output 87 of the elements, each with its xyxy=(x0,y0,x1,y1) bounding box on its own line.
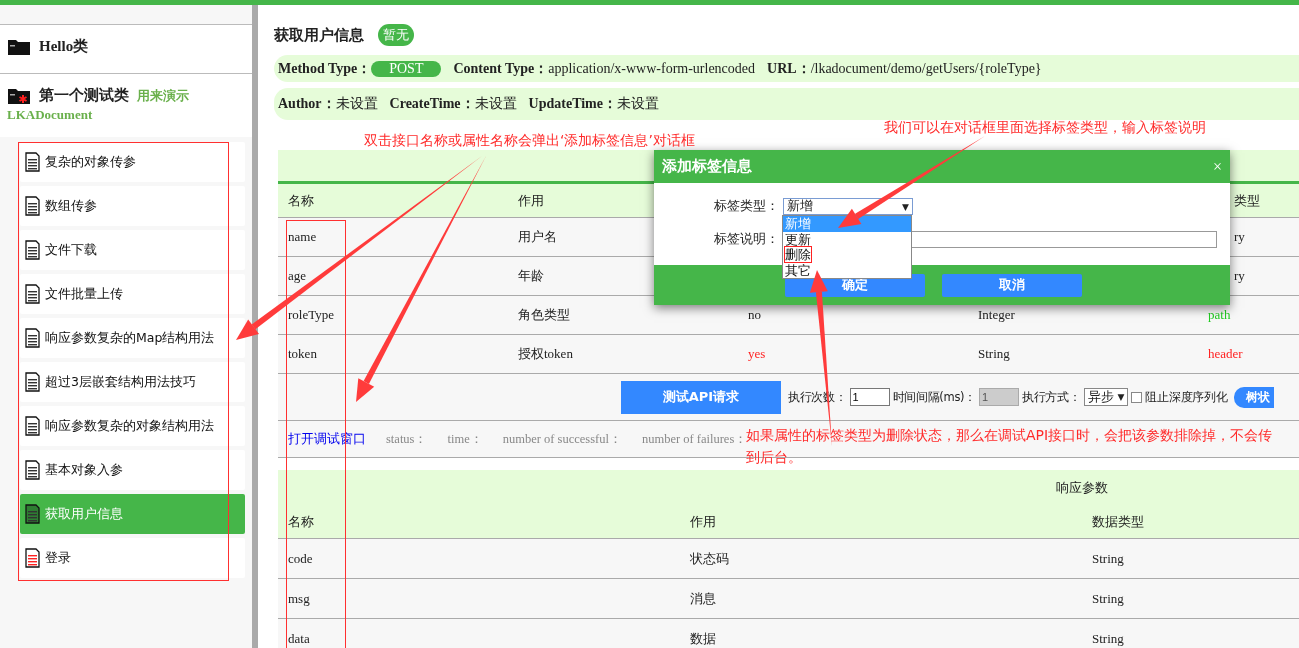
info-value: 未设置 xyxy=(617,95,659,113)
stat-label: number of successful： xyxy=(502,430,622,448)
method-badge: POST xyxy=(371,60,442,77)
info-value: /lkadocument/demo/getUsers/{roleType} xyxy=(810,60,1042,77)
class-note: LKADocument xyxy=(7,107,93,123)
method-item[interactable]: 文件批量上传 xyxy=(20,274,245,314)
table-cell: String xyxy=(1092,550,1124,567)
method-item[interactable]: 复杂的对象传参 xyxy=(20,142,245,182)
method-item[interactable]: 响应参数复杂的对象结构用法 xyxy=(20,406,245,446)
method-item[interactable]: 登录 xyxy=(20,538,245,578)
table-cell: msg xyxy=(288,590,310,607)
info-label: Author： xyxy=(278,95,336,113)
info-value: 未设置 xyxy=(335,95,378,113)
annotation-note: 双击接口名称或属性名称会弹出‘添加标签信息’对话框 xyxy=(364,131,695,150)
table-cell: roleType xyxy=(288,307,334,323)
class-name[interactable]: Hello类 xyxy=(39,38,89,54)
document-icon xyxy=(25,460,40,480)
table-cell: 用户名 xyxy=(518,228,557,246)
table-cell: age xyxy=(288,268,307,284)
table-cell: ry xyxy=(1234,268,1245,284)
info-value: 未设置 xyxy=(474,95,517,113)
table-cell: data xyxy=(288,630,310,647)
table-cell: 数据 xyxy=(690,629,716,648)
info-label: UpdateTime： xyxy=(528,95,617,113)
mode-select[interactable]: 异步 ▼ xyxy=(1083,388,1129,406)
table-cell: String xyxy=(1092,590,1124,607)
table-cell: 状态码 xyxy=(690,549,729,568)
document-icon xyxy=(25,284,40,304)
checkbox-label: 阻止深度序列化 xyxy=(1145,389,1228,405)
document-icon xyxy=(25,152,40,172)
field-label: 执行方式： xyxy=(1022,389,1081,405)
page-title: 获取用户信息 xyxy=(274,25,364,45)
column-header: 数据类型 xyxy=(1092,512,1144,531)
document-icon xyxy=(25,504,40,524)
table-cell: Integer xyxy=(978,307,1015,323)
field-label: 时间间隔(ms)： xyxy=(892,389,976,405)
table-cell: ry xyxy=(1234,229,1245,245)
class-name[interactable]: 第一个测试类 xyxy=(39,87,129,103)
info-label: URL： xyxy=(767,59,811,78)
info-label: Content Type： xyxy=(453,59,549,78)
column-header: 作用 xyxy=(690,512,716,531)
annotation-note: 我们可以在对话框里面选择标签类型，输入标签说明 xyxy=(884,118,1206,137)
flagged-folder-icon xyxy=(7,86,31,105)
info-label: Method Type： xyxy=(278,59,372,78)
class-note: 用来演示 xyxy=(137,87,189,103)
table-cell: path xyxy=(1208,307,1231,323)
table-title: 响应参数 xyxy=(1056,478,1108,497)
stat-label: time： xyxy=(447,430,483,448)
table-cell: 授权token xyxy=(518,345,573,363)
table-cell: code xyxy=(288,550,313,567)
document-icon xyxy=(25,196,40,216)
table-cell: 角色类型 xyxy=(518,306,570,324)
method-item[interactable]: 响应参数复杂的Map结构用法 xyxy=(20,318,245,358)
field-label: 标签说明： xyxy=(714,231,779,248)
column-header: 名称 xyxy=(288,512,314,531)
table-cell: String xyxy=(978,346,1010,362)
method-item[interactable]: 文件下载 xyxy=(20,230,245,270)
method-item[interactable]: 数组传参 xyxy=(20,186,245,226)
dialog-title: 添加标签信息 xyxy=(662,157,752,176)
method-item[interactable]: 超过3层嵌套结构用法技巧 xyxy=(20,362,245,402)
table-cell: 年龄 xyxy=(518,267,544,285)
table-cell: yes xyxy=(748,346,766,362)
method-item[interactable]: 基本对象入参 xyxy=(20,450,245,490)
stat-label: status： xyxy=(386,430,428,448)
table-cell: token xyxy=(288,346,317,362)
info-value: application/x-www-form-urlencoded xyxy=(548,60,756,77)
checkbox[interactable] xyxy=(1131,391,1143,403)
table-cell: String xyxy=(1092,630,1124,647)
column-header: 类型 xyxy=(1234,191,1260,210)
status-badge: 暂无 xyxy=(378,24,414,46)
document-icon xyxy=(25,372,40,392)
annotation-note: 如果属性的标签类型为删除状态，那么在调试API接口时，会把该参数排除掉，不会传到后台。 xyxy=(746,426,1274,467)
info-label: CreateTime： xyxy=(389,95,475,113)
document-icon xyxy=(25,328,40,348)
folder-icon xyxy=(7,37,31,56)
type-select[interactable]: 新增 ▼ xyxy=(783,198,913,215)
document-icon xyxy=(25,548,40,568)
count-input[interactable]: 1 xyxy=(849,388,890,406)
table-cell: name xyxy=(288,229,317,245)
document-icon xyxy=(25,240,40,260)
field-label: 标签类型： xyxy=(714,198,779,215)
table-cell: 消息 xyxy=(690,589,716,608)
column-header: 作用 xyxy=(518,191,544,210)
document-icon xyxy=(25,416,40,436)
table-cell: no xyxy=(748,307,761,323)
table-cell: header xyxy=(1208,346,1243,362)
column-header: 名称 xyxy=(288,191,314,210)
